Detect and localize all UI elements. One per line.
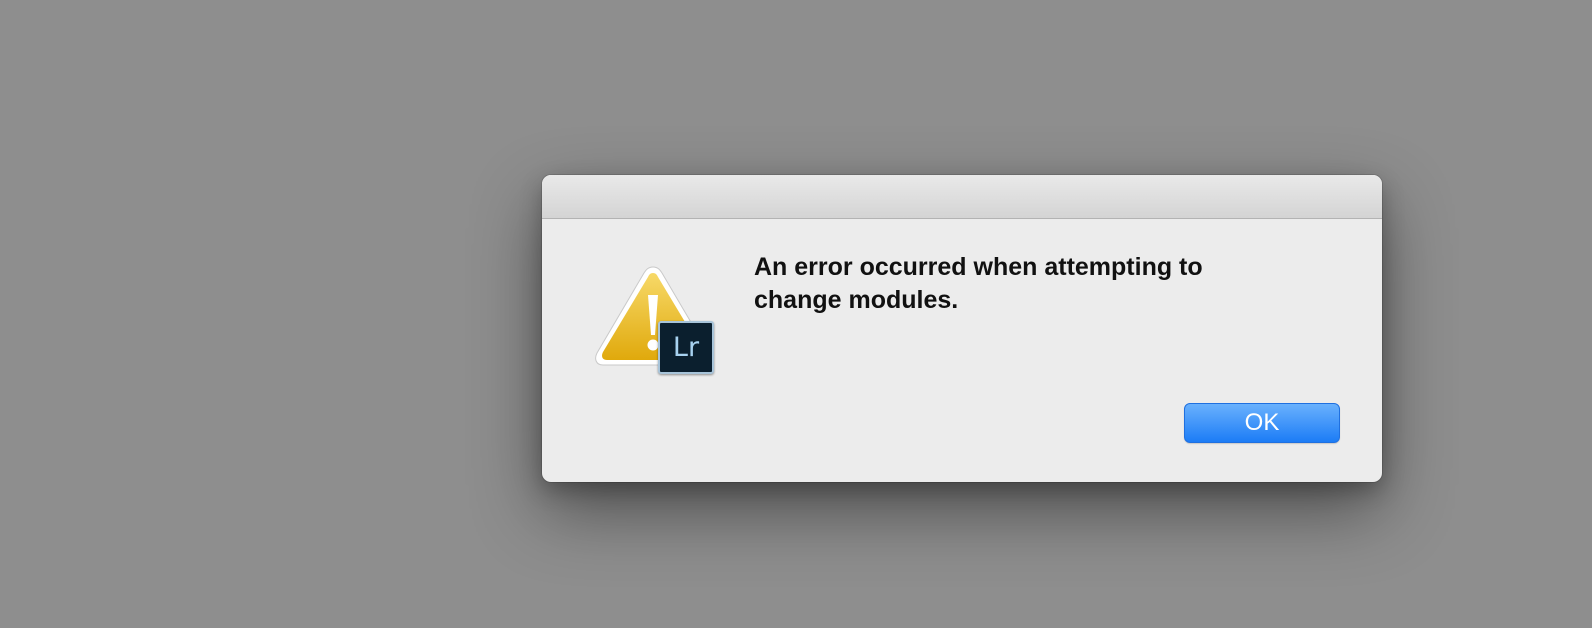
lightroom-app-icon: Lr [658, 321, 714, 374]
alert-dialog: Lr An error occurred when attempting to … [542, 175, 1382, 482]
alert-message: An error occurred when attempting to cha… [754, 253, 1203, 314]
dialog-title-bar[interactable] [542, 175, 1382, 219]
ok-button[interactable]: OK [1184, 403, 1340, 443]
